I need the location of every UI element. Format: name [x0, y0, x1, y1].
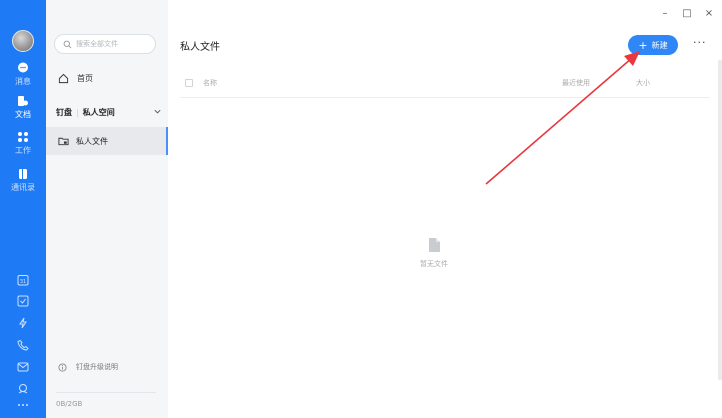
column-size[interactable]: 大小 — [636, 78, 650, 88]
folder-lock-icon — [58, 137, 69, 146]
window-controls: – □ × — [660, 8, 714, 19]
rail-item-documents[interactable]: 文档 — [0, 95, 46, 120]
space-selector[interactable]: 钉盘 | 私人空间 — [56, 107, 162, 118]
space-name: 私人空间 — [82, 108, 115, 117]
sidebar-divider — [56, 392, 156, 393]
main-panel: – □ × 私人文件 + 新建 ··· 名称 最近使用 大小 暂无文件 — [168, 0, 722, 418]
maximize-button[interactable]: □ — [682, 8, 692, 19]
sidebar-item-private-files[interactable]: 私人文件 — [46, 127, 168, 155]
new-button[interactable]: + 新建 — [628, 35, 678, 55]
close-button[interactable]: × — [704, 8, 714, 19]
search-icon — [63, 40, 72, 48]
cloud-icon[interactable] — [17, 383, 29, 395]
file-sidebar: 搜索全部文件 首页 钉盘 | 私人空间 私人文件 钉盘升级说明 0B/2GB — [46, 0, 168, 418]
empty-file-icon — [428, 238, 440, 252]
calendar-icon[interactable]: 31 — [17, 274, 29, 286]
sidebar-item-label: 私人文件 — [76, 136, 108, 146]
sidebar-item-home[interactable]: 首页 — [58, 70, 93, 86]
upgrade-info-link[interactable]: 钉盘升级说明 — [58, 362, 118, 372]
rail-label: 通讯录 — [11, 183, 35, 192]
more-dots-icon[interactable] — [17, 402, 29, 408]
app-rail: 消息 文档 工作 通讯录 31 — [0, 0, 46, 418]
sidebar-item-label: 首页 — [77, 73, 93, 83]
search-placeholder: 搜索全部文件 — [76, 40, 118, 48]
column-name[interactable]: 名称 — [203, 78, 217, 88]
grid-icon — [18, 132, 28, 142]
upgrade-label: 钉盘升级说明 — [76, 363, 118, 371]
space-owner: 钉盘 — [56, 108, 72, 117]
todo-icon[interactable] — [17, 295, 29, 307]
space-separator: | — [76, 108, 79, 117]
phone-icon[interactable] — [17, 339, 29, 351]
mail-icon[interactable] — [17, 361, 29, 373]
chevron-down-icon[interactable] — [153, 107, 162, 116]
avatar[interactable] — [12, 30, 34, 52]
more-options-button[interactable]: ··· — [693, 36, 707, 49]
rail-label: 消息 — [15, 77, 31, 86]
plus-icon: + — [638, 38, 648, 52]
rail-item-messages[interactable]: 消息 — [0, 62, 46, 87]
column-recent[interactable]: 最近使用 — [562, 78, 590, 88]
chat-icon — [18, 62, 28, 73]
page-title: 私人文件 — [180, 42, 220, 53]
new-button-label: 新建 — [651, 40, 668, 50]
minimize-button[interactable]: – — [660, 8, 670, 19]
file-list-header: 名称 最近使用 大小 — [180, 70, 710, 98]
rail-item-work[interactable]: 工作 — [0, 131, 46, 156]
document-icon — [18, 96, 28, 106]
svg-text:31: 31 — [20, 279, 26, 285]
info-circle-icon — [58, 362, 67, 372]
select-all-checkbox[interactable] — [185, 79, 193, 87]
rail-label: 工作 — [15, 146, 31, 155]
empty-text: 暂无文件 — [420, 260, 448, 268]
home-icon — [58, 73, 69, 83]
rail-item-contacts[interactable]: 通讯录 — [0, 168, 46, 193]
lightning-icon[interactable] — [17, 317, 29, 329]
empty-state: 暂无文件 — [404, 238, 464, 269]
search-input[interactable]: 搜索全部文件 — [54, 34, 156, 54]
rail-label: 文档 — [15, 110, 31, 119]
storage-usage: 0B/2GB — [56, 400, 83, 408]
contacts-icon — [19, 169, 27, 179]
scrollbar[interactable] — [718, 60, 722, 380]
